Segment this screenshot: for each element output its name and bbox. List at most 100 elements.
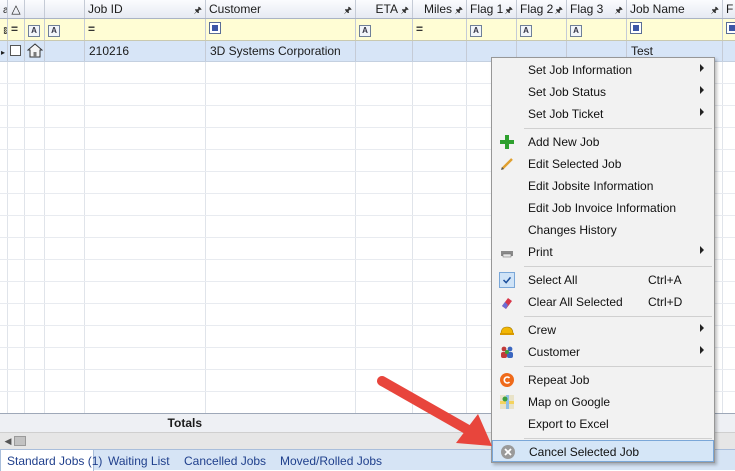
submenu-arrow-icon xyxy=(700,246,704,254)
row-checkbox[interactable] xyxy=(10,45,21,56)
submenu-arrow-icon xyxy=(700,64,704,72)
menu-map-on-google[interactable]: Map on Google xyxy=(492,391,714,413)
row-next-cell xyxy=(723,41,735,61)
header-miles[interactable]: Miles 🖈 xyxy=(413,0,467,18)
menu-separator xyxy=(524,128,712,129)
row-eta xyxy=(356,41,413,61)
tab-moved-rolled-jobs[interactable]: Moved/Rolled Jobs xyxy=(274,450,388,471)
pin-icon[interactable]: 🖈 xyxy=(401,3,409,18)
menu-repeat-job[interactable]: Repeat Job xyxy=(492,369,714,391)
menu-shortcut: Ctrl+D xyxy=(648,295,683,309)
menu-item-label: Set Job Status xyxy=(528,85,607,99)
header-next-column[interactable]: F xyxy=(723,0,735,18)
header-flag3-label: Flag 3 xyxy=(570,2,604,16)
menu-add-new-job[interactable]: Add New Job xyxy=(492,131,714,153)
scrollbar-thumb[interactable] xyxy=(14,436,26,446)
menu-clear-all-selected[interactable]: Clear All Selected Ctrl+D xyxy=(492,291,714,313)
filter-eta[interactable]: A xyxy=(356,19,413,40)
menu-item-label: Crew xyxy=(528,323,557,337)
header-job-id-label: Job ID xyxy=(88,2,123,16)
menu-export-to-excel[interactable]: Export to Excel xyxy=(492,413,714,435)
header-miles-label: Miles xyxy=(423,2,452,16)
pin-icon[interactable]: 🖈 xyxy=(194,3,202,18)
tab-cancelled-jobs[interactable]: Cancelled Jobs xyxy=(178,450,272,471)
menu-select-all[interactable]: Select All Ctrl+A xyxy=(492,269,714,291)
row-checkbox-cell[interactable] xyxy=(8,41,25,61)
header-job-id[interactable]: Job ID 🖈 xyxy=(85,0,206,18)
filter-job-id[interactable]: = xyxy=(85,19,206,40)
header-indicator: a xyxy=(0,0,8,18)
header-icon-column[interactable] xyxy=(25,0,45,18)
header-customer-label: Customer xyxy=(209,2,262,16)
row-miles xyxy=(413,41,467,61)
header-flag1[interactable]: Flag 1 🖈 xyxy=(467,0,517,18)
filter-job-name[interactable] xyxy=(627,19,723,40)
menu-set-job-information[interactable]: Set Job Information xyxy=(492,59,714,81)
pin-icon[interactable]: 🖈 xyxy=(555,3,563,18)
header-flag1-label: Flag 1 xyxy=(470,2,504,16)
menu-item-label: Customer xyxy=(528,345,581,359)
menu-separator xyxy=(524,366,712,367)
tab-waiting-list[interactable]: Waiting List xyxy=(102,450,176,471)
filter-flag1[interactable]: A xyxy=(467,19,517,40)
filter-icon-column[interactable]: A xyxy=(25,19,45,40)
menu-item-label: Edit Selected Job xyxy=(528,157,622,171)
text-filter-icon: A xyxy=(28,25,40,37)
menu-item-label: Edit Job Invoice Information xyxy=(528,201,677,215)
grid-filter-row: ▨ = A A = A = A A A xyxy=(0,19,735,41)
filter-flag3[interactable]: A xyxy=(567,19,627,40)
equals-operator-icon: = xyxy=(88,22,96,36)
header-blank-column[interactable] xyxy=(45,0,85,18)
sort-triangle-icon: △ xyxy=(11,2,21,16)
pin-icon[interactable]: 🖈 xyxy=(505,3,513,18)
menu-set-job-ticket[interactable]: Set Job Ticket xyxy=(492,103,714,125)
menu-customer[interactable]: Customer xyxy=(492,341,714,363)
row-customer: 3D Systems Corporation xyxy=(206,41,356,61)
menu-item-label: Print xyxy=(528,245,553,259)
menu-item-label: Export to Excel xyxy=(528,417,609,431)
text-filter-icon: A xyxy=(359,25,371,37)
menu-print[interactable]: Print xyxy=(492,241,714,263)
text-filter-icon: A xyxy=(470,25,482,37)
header-eta[interactable]: ETA 🖈 xyxy=(356,0,413,18)
menu-set-job-status[interactable]: Set Job Status xyxy=(492,81,714,103)
pin-icon[interactable]: 🖈 xyxy=(344,3,352,18)
scroll-left-arrow-icon[interactable]: ◀ xyxy=(2,435,14,447)
pin-icon[interactable]: 🖈 xyxy=(615,3,623,18)
filter-flag2[interactable]: A xyxy=(517,19,567,40)
header-flag2[interactable]: Flag 2 🖈 xyxy=(517,0,567,18)
menu-crew[interactable]: Crew xyxy=(492,319,714,341)
row-icon-cell xyxy=(25,41,45,61)
cancel-icon xyxy=(501,445,515,459)
header-job-name[interactable]: Job Name 🖈 xyxy=(627,0,723,18)
header-sort[interactable]: △ xyxy=(8,0,25,18)
filter-next-column[interactable] xyxy=(723,19,735,40)
menu-item-label: Edit Jobsite Information xyxy=(528,179,654,193)
grid-header-row: a △ Job ID 🖈 Customer 🖈 ETA 🖈 Miles 🖈 Fl… xyxy=(0,0,735,19)
list-filter-icon xyxy=(209,22,221,34)
menu-item-label: Changes History xyxy=(528,223,617,237)
menu-changes-history[interactable]: Changes History xyxy=(492,219,714,241)
filter-sort[interactable]: = xyxy=(8,19,25,40)
filter-miles[interactable]: = xyxy=(413,19,467,40)
filter-customer[interactable] xyxy=(206,19,356,40)
menu-item-label: Set Job Ticket xyxy=(528,107,604,121)
header-customer[interactable]: Customer 🖈 xyxy=(206,0,356,18)
list-filter-icon xyxy=(726,22,735,34)
menu-cancel-selected-job[interactable]: Cancel Selected Job xyxy=(492,440,714,462)
menu-edit-job-invoice-information[interactable]: Edit Job Invoice Information xyxy=(492,197,714,219)
menu-edit-selected-job[interactable]: Edit Selected Job xyxy=(492,153,714,175)
tab-standard-jobs[interactable]: Standard Jobs (1) xyxy=(0,450,102,471)
header-flag2-label: Flag 2 xyxy=(520,2,554,16)
submenu-arrow-icon xyxy=(700,108,704,116)
header-flag3[interactable]: Flag 3 🖈 xyxy=(567,0,627,18)
menu-edit-jobsite-information[interactable]: Edit Jobsite Information xyxy=(492,175,714,197)
filter-blank-column[interactable]: A xyxy=(45,19,85,40)
printer-icon xyxy=(501,251,513,258)
pin-icon[interactable]: 🖈 xyxy=(711,3,719,18)
pin-icon[interactable]: 🖈 xyxy=(455,3,463,18)
list-filter-icon xyxy=(630,22,642,34)
menu-shortcut: Ctrl+A xyxy=(648,273,682,287)
header-next-label: F xyxy=(726,2,734,16)
submenu-arrow-icon xyxy=(700,86,704,94)
